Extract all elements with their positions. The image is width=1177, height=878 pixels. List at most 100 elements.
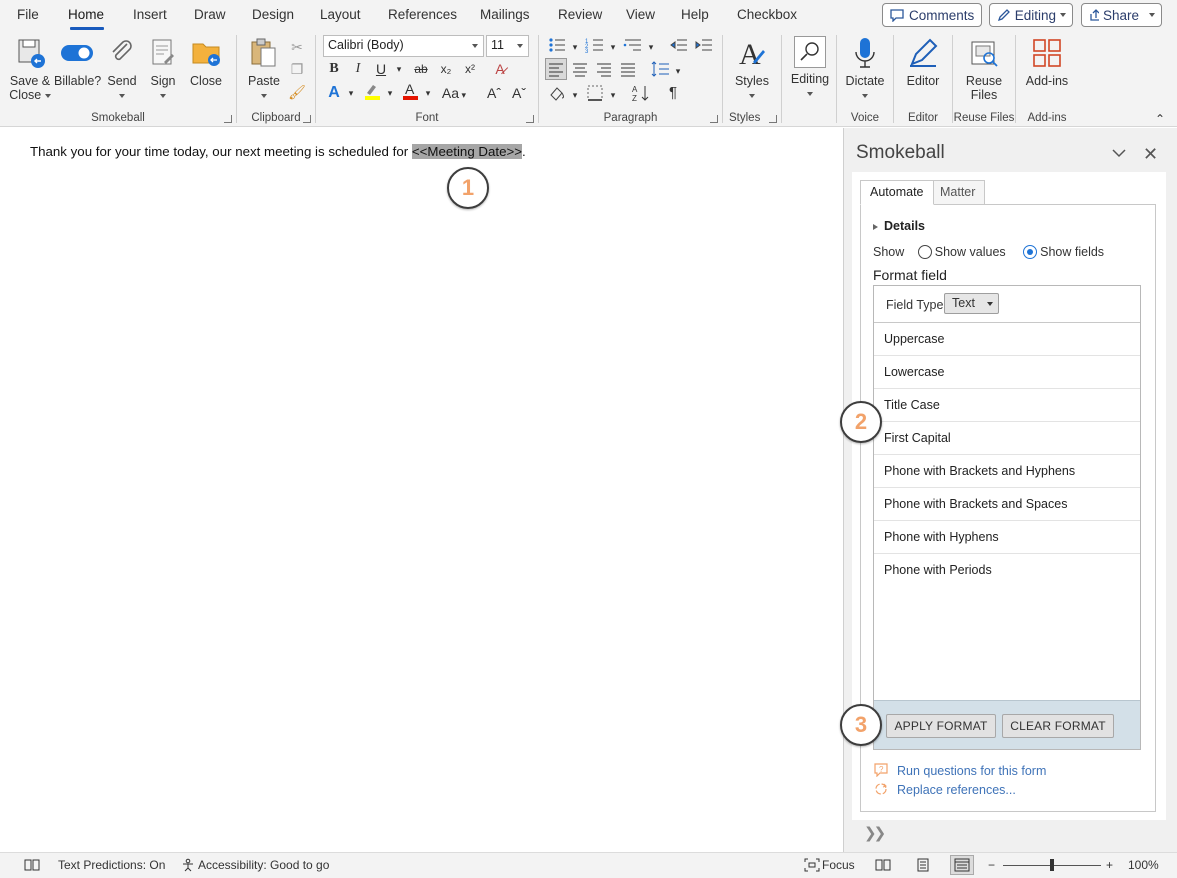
grow-font-button[interactable]: Aˆ: [484, 83, 504, 103]
tab-home[interactable]: Home: [68, 7, 104, 22]
italic-button[interactable]: I: [348, 59, 368, 79]
read-mode-icon[interactable]: [875, 858, 891, 875]
bold-button[interactable]: B: [324, 59, 344, 79]
run-questions-link[interactable]: ? Run questions for this form: [873, 763, 1046, 778]
radio-show-values[interactable]: [917, 245, 932, 259]
tab-automate[interactable]: Automate: [860, 180, 934, 205]
editing-mode-button[interactable]: Editing: [989, 3, 1073, 27]
font-size-combo[interactable]: 11: [486, 35, 529, 57]
shrink-font-button[interactable]: Aˇ: [509, 83, 529, 103]
line-spacing-icon[interactable]: [650, 59, 670, 79]
dialog-launcher-icon[interactable]: [769, 115, 777, 123]
chevron-down-icon[interactable]: ▾: [565, 37, 585, 57]
details-expander[interactable]: Details: [873, 219, 925, 233]
sign-button[interactable]: Sign: [145, 36, 181, 102]
close-icon[interactable]: ✕: [1143, 144, 1158, 165]
chevron-down-icon[interactable]: ▾: [418, 83, 438, 103]
billable-toggle[interactable]: Billable?: [54, 36, 101, 88]
borders-icon[interactable]: [585, 83, 605, 103]
format-option[interactable]: First Capital: [874, 422, 1140, 455]
chevron-down-icon[interactable]: ▾: [565, 85, 585, 105]
save-close-button[interactable]: Save & Close: [8, 36, 52, 102]
zoom-slider-thumb[interactable]: [1050, 859, 1054, 871]
expand-pane-icon[interactable]: ❯❯: [864, 824, 886, 842]
field-type-select[interactable]: Text: [944, 293, 999, 314]
highlight-color-icon[interactable]: [362, 81, 382, 101]
subscript-button[interactable]: x₂: [436, 59, 456, 79]
chevron-down-icon[interactable]: ▾: [380, 83, 400, 103]
close-matter-button[interactable]: Close: [187, 36, 225, 88]
focus-icon[interactable]: [804, 858, 820, 875]
clear-formatting-icon[interactable]: A̷: [490, 59, 510, 79]
accessibility-icon[interactable]: [180, 858, 196, 875]
chevron-down-icon[interactable]: ▾: [603, 37, 623, 57]
show-values-option[interactable]: Show values: [917, 245, 1006, 259]
chevron-down-icon[interactable]: ▾: [341, 83, 361, 103]
underline-button[interactable]: U: [371, 59, 391, 79]
comments-button[interactable]: Comments: [882, 3, 982, 27]
shading-icon[interactable]: [547, 83, 567, 103]
format-option[interactable]: Uppercase: [874, 323, 1140, 356]
cut-icon[interactable]: ✂: [287, 37, 307, 57]
format-option[interactable]: Title Case: [874, 389, 1140, 422]
change-case-button[interactable]: Aa ▾: [440, 83, 468, 103]
web-layout-icon[interactable]: [950, 855, 974, 875]
replace-references-link[interactable]: Replace references...: [873, 782, 1016, 797]
chevron-down-icon[interactable]: ▾: [603, 85, 623, 105]
align-right-icon[interactable]: [594, 59, 614, 79]
clear-format-button[interactable]: CLEAR FORMAT: [1002, 714, 1114, 738]
font-color-icon[interactable]: A: [400, 81, 420, 101]
copy-icon[interactable]: ❐: [287, 59, 307, 79]
book-icon[interactable]: [24, 858, 40, 875]
format-option[interactable]: Phone with Periods: [874, 554, 1140, 587]
tab-insert[interactable]: Insert: [133, 7, 167, 22]
tab-draw[interactable]: Draw: [194, 7, 226, 22]
format-option[interactable]: Phone with Brackets and Hyphens: [874, 455, 1140, 488]
tab-layout[interactable]: Layout: [320, 7, 361, 22]
send-button[interactable]: Send: [104, 36, 140, 102]
editor-button[interactable]: Editor: [900, 36, 946, 88]
tab-mailings[interactable]: Mailings: [480, 7, 530, 22]
dialog-launcher-icon[interactable]: [224, 115, 232, 123]
decrease-indent-icon[interactable]: [669, 35, 689, 55]
document-canvas[interactable]: Thank you for your time today, our next …: [0, 128, 842, 852]
reuse-files-button[interactable]: Reuse Files: [959, 36, 1009, 102]
add-ins-button[interactable]: Add-ins: [1022, 36, 1072, 88]
chevron-down-icon[interactable]: [1112, 146, 1126, 160]
text-predictions-status[interactable]: Text Predictions: On: [58, 858, 165, 872]
dialog-launcher-icon[interactable]: [710, 115, 718, 123]
tab-design[interactable]: Design: [252, 7, 294, 22]
chevron-down-icon[interactable]: ▾: [389, 59, 409, 79]
numbering-icon[interactable]: 123: [585, 35, 605, 55]
align-left-icon[interactable]: [545, 58, 567, 80]
multilevel-list-icon[interactable]: [623, 35, 643, 55]
merge-field-meeting-date[interactable]: <<Meeting Date>>: [411, 144, 523, 159]
focus-label[interactable]: Focus: [822, 858, 855, 872]
format-painter-icon[interactable]: 🖌: [287, 82, 307, 102]
format-option[interactable]: Phone with Hyphens: [874, 521, 1140, 554]
sort-icon[interactable]: AZ: [631, 83, 651, 103]
superscript-button[interactable]: x²: [460, 59, 480, 79]
paste-button[interactable]: Paste: [245, 36, 283, 102]
accessibility-status[interactable]: Accessibility: Good to go: [198, 858, 329, 872]
increase-indent-icon[interactable]: [694, 35, 714, 55]
tab-matter[interactable]: Matter: [930, 180, 986, 205]
share-button[interactable]: Share: [1081, 3, 1162, 27]
zoom-level[interactable]: 100%: [1128, 858, 1159, 872]
format-option[interactable]: Lowercase: [874, 356, 1140, 389]
collapse-ribbon-icon[interactable]: ⌃: [1150, 109, 1170, 129]
bullets-icon[interactable]: [547, 35, 567, 55]
tab-view[interactable]: View: [626, 7, 655, 22]
zoom-in-icon[interactable]: +: [1106, 858, 1113, 872]
styles-button[interactable]: A Styles: [731, 36, 773, 102]
dictate-button[interactable]: Dictate: [841, 36, 889, 102]
tab-file[interactable]: File: [17, 7, 39, 22]
chevron-down-icon[interactable]: ▾: [668, 61, 688, 81]
tab-references[interactable]: References: [388, 7, 457, 22]
format-option[interactable]: Phone with Brackets and Spaces: [874, 488, 1140, 521]
show-fields-option[interactable]: Show fields: [1023, 245, 1104, 259]
zoom-out-icon[interactable]: −: [988, 858, 995, 872]
tab-checkbox[interactable]: Checkbox: [737, 7, 797, 22]
font-name-combo[interactable]: Calibri (Body): [323, 35, 484, 57]
dialog-launcher-icon[interactable]: [526, 115, 534, 123]
